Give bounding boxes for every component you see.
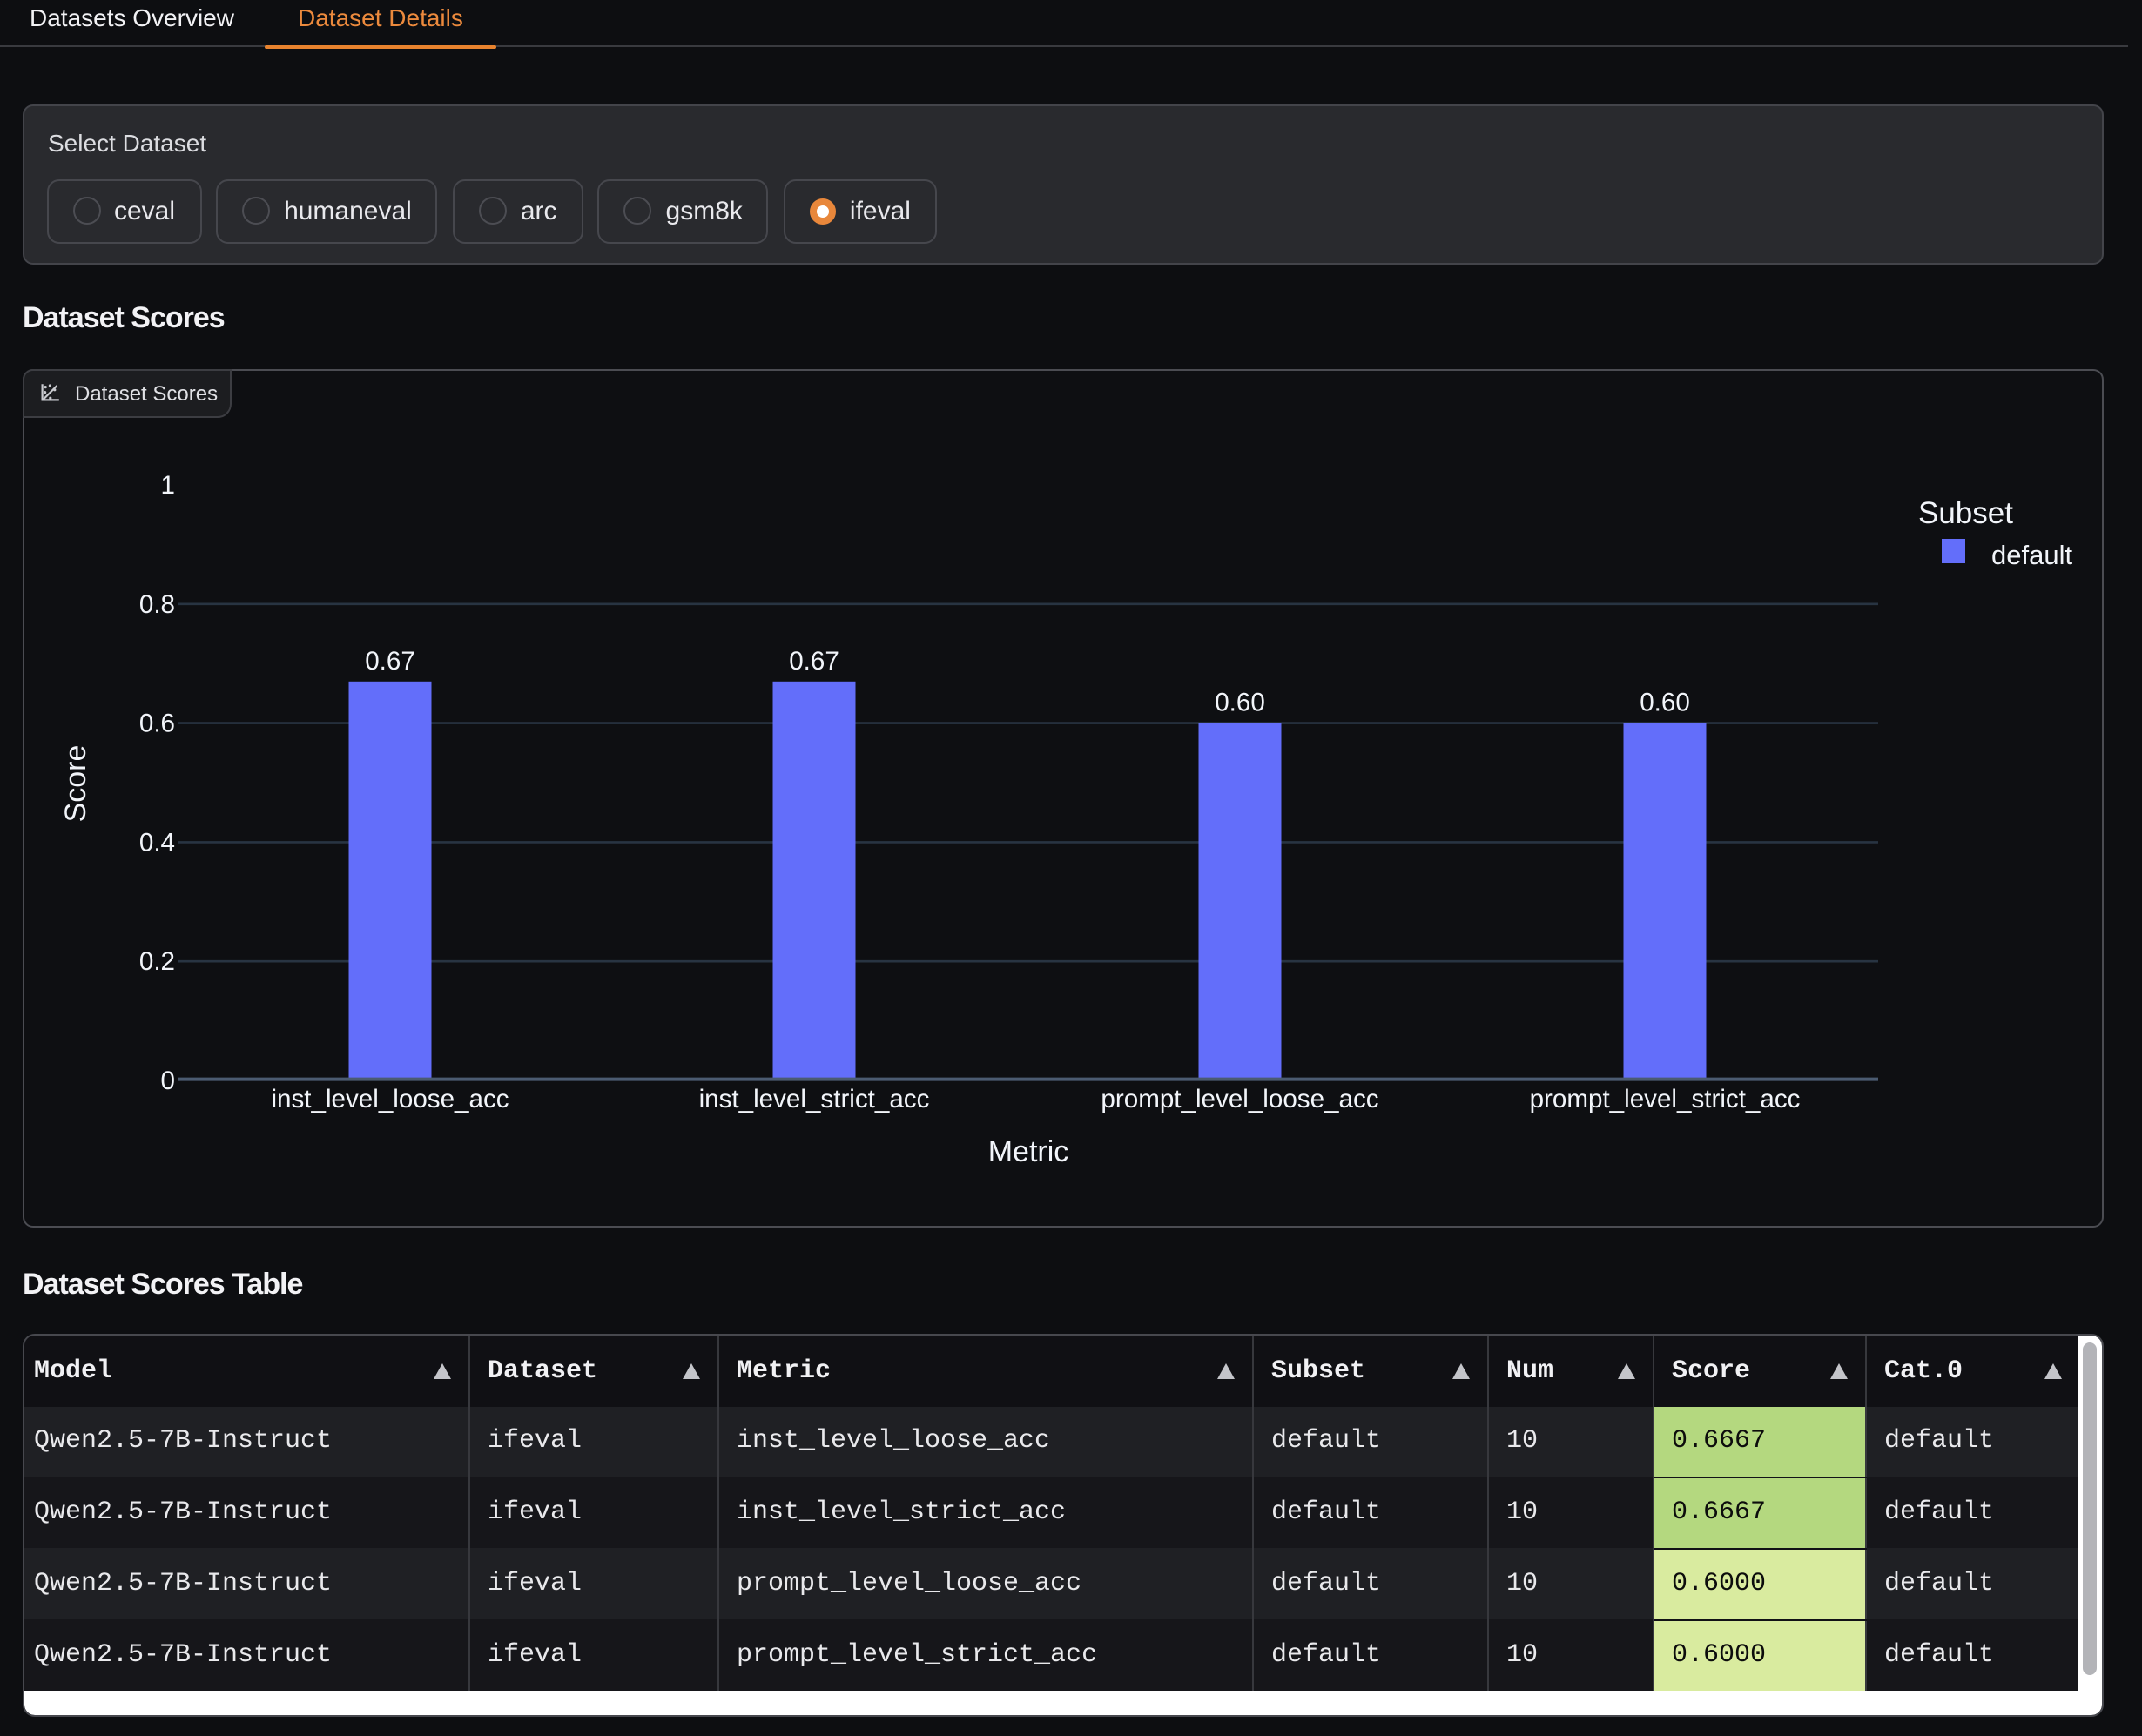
svg-text:inst_level_loose_acc: inst_level_loose_acc (270, 1085, 508, 1114)
svg-text:1: 1 (160, 471, 174, 500)
svg-text:0: 0 (160, 1066, 174, 1095)
svg-text:0.60: 0.60 (1214, 689, 1264, 717)
svg-text:default: default (1990, 540, 2071, 570)
svg-text:prompt_level_strict_acc: prompt_level_strict_acc (1529, 1085, 1800, 1114)
svg-text:0.60: 0.60 (1639, 689, 1689, 717)
svg-text:0.67: 0.67 (364, 647, 414, 676)
svg-text:0.2: 0.2 (138, 947, 174, 976)
svg-text:0.6: 0.6 (138, 710, 174, 738)
svg-text:inst_level_strict_acc: inst_level_strict_acc (698, 1085, 929, 1114)
svg-text:0.4: 0.4 (138, 828, 174, 857)
svg-text:prompt_level_loose_acc: prompt_level_loose_acc (1100, 1085, 1377, 1114)
svg-text:0.67: 0.67 (788, 647, 839, 676)
svg-text:Metric: Metric (987, 1135, 1068, 1168)
svg-text:Score: Score (58, 745, 91, 823)
svg-text:0.8: 0.8 (138, 590, 174, 619)
svg-text:Subset: Subset (1917, 496, 2012, 530)
